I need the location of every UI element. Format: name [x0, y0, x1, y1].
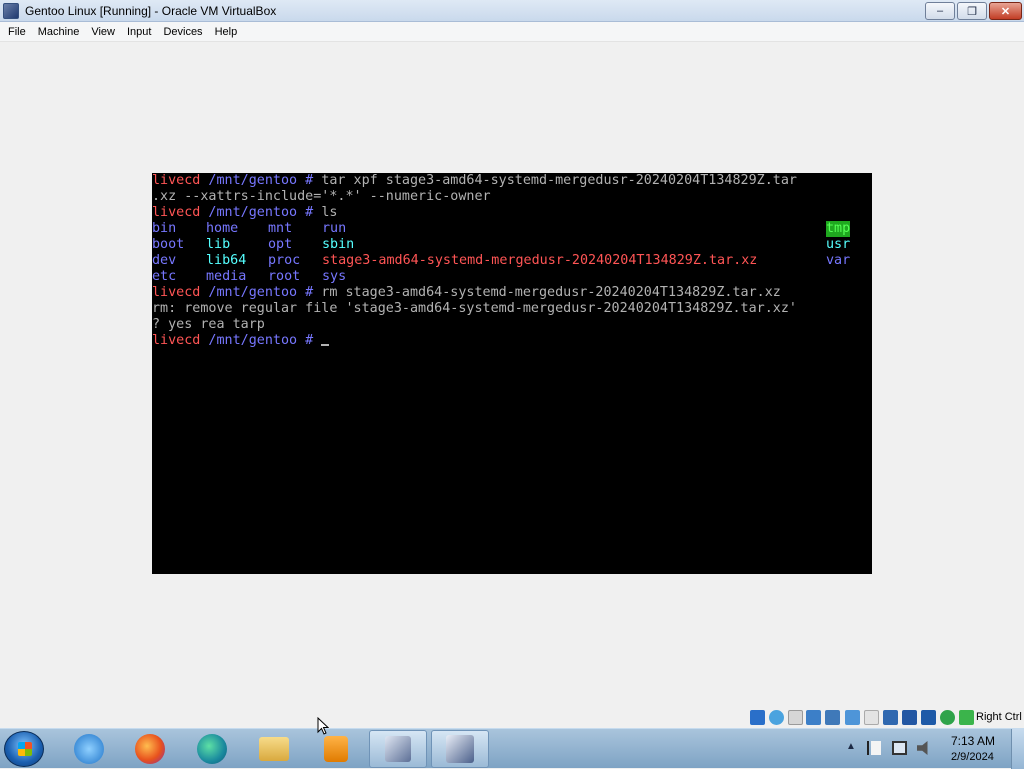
terminal-line: livecd /mnt/gentoo # tar xpf stage3-amd6… [152, 173, 797, 189]
prompt-user: livecd [152, 205, 201, 220]
close-button[interactable]: ✕ [989, 2, 1022, 20]
edge-icon [197, 734, 227, 764]
network-icon[interactable] [892, 741, 907, 755]
windows-logo-icon [18, 742, 32, 756]
floppy-icon[interactable] [788, 710, 803, 725]
mouse-pointer-icon [317, 717, 329, 735]
ls-entry: home [206, 221, 239, 236]
menu-input[interactable]: Input [121, 26, 157, 38]
taskbar-virtualbox-manager[interactable] [369, 730, 427, 768]
firefox-icon [135, 734, 165, 764]
ls-entry: var [826, 253, 851, 268]
prompt-path: /mnt/gentoo # [200, 285, 322, 300]
ls-entry: lib [206, 237, 231, 252]
media-player-icon [324, 736, 348, 762]
taskbar-vm-window[interactable] [431, 730, 489, 768]
audio-icon[interactable] [806, 710, 821, 725]
virtualbox-icon [385, 736, 411, 762]
ls-entry: opt [268, 237, 293, 252]
hard-disk-icon[interactable] [750, 710, 765, 725]
mouse-integration-icon[interactable] [940, 710, 955, 725]
taskbar-media-player[interactable] [307, 730, 365, 768]
ls-entry: media [206, 269, 247, 284]
minimize-button[interactable]: – [925, 2, 955, 20]
terminal-line: livecd /mnt/gentoo # [152, 333, 330, 349]
volume-muted-icon[interactable] [917, 741, 928, 755]
terminal-line: .xz --xattrs-include='*.*' --numeric-own… [152, 189, 491, 204]
prompt-user: livecd [152, 285, 201, 300]
ls-entry: usr [826, 237, 851, 252]
menu-machine[interactable]: Machine [32, 26, 86, 38]
taskbar-internet-explorer[interactable] [60, 730, 118, 768]
prompt-user: livecd [152, 173, 201, 188]
ls-entry: lib64 [206, 253, 247, 268]
menu-devices[interactable]: Devices [157, 26, 208, 38]
start-button[interactable] [4, 731, 44, 767]
show-hidden-icons-icon[interactable]: ▲ [846, 741, 856, 752]
prompt-path: /mnt/gentoo # [200, 205, 322, 220]
menu-file[interactable]: File [2, 26, 32, 38]
text-cursor [321, 344, 330, 346]
shared-folder-icon[interactable] [864, 710, 879, 725]
virtualbox-app-icon [3, 2, 19, 19]
menu-view[interactable]: View [85, 26, 121, 38]
clock-date[interactable]: 2/9/2024 [951, 751, 994, 763]
display-icon[interactable] [883, 710, 898, 725]
ls-entry: sbin [322, 237, 355, 252]
file-explorer-icon [259, 737, 289, 761]
terminal-line: livecd /mnt/gentoo # rm stage3-amd64-sys… [152, 285, 781, 301]
internet-explorer-icon [74, 734, 104, 764]
command-text: rm stage3-amd64-systemd-mergedusr-202402… [321, 285, 781, 300]
prompt-path: /mnt/gentoo # [200, 333, 322, 348]
command-text: tar xpf stage3-amd64-systemd-mergedusr-2… [321, 173, 797, 188]
usb-icon[interactable] [845, 710, 860, 725]
host-key-label: Right Ctrl [976, 711, 1022, 723]
terminal-line: livecd /mnt/gentoo # ls [152, 205, 337, 221]
ls-entry: mnt [268, 221, 293, 236]
keyboard-icon[interactable] [959, 710, 974, 725]
prompt-user: livecd [152, 333, 201, 348]
vm-window-icon [446, 735, 474, 763]
taskbar: ▲ 7:13 AM 2/9/2024 [0, 728, 1024, 769]
taskbar-edge[interactable] [183, 730, 241, 768]
ls-entry: etc [152, 269, 177, 284]
network-icon[interactable] [825, 710, 840, 725]
ls-entry-archive: stage3-amd64-systemd-mergedusr-20240204T… [322, 253, 758, 268]
menu-bar: File Machine View Input Devices Help [0, 22, 1024, 42]
restore-button[interactable]: ❐ [957, 2, 987, 20]
show-desktop-button[interactable] [1011, 729, 1024, 769]
optical-drive-icon[interactable] [769, 710, 784, 725]
ls-entry-sticky: tmp [826, 221, 851, 237]
clock-time[interactable]: 7:13 AM [951, 734, 995, 748]
ls-entry: boot [152, 237, 185, 252]
command-text: ls [321, 205, 338, 220]
ls-entry: run [322, 221, 347, 236]
vbox-status-bar: Right Ctrl [0, 707, 1024, 728]
ls-entry: bin [152, 221, 177, 236]
recording-icon[interactable] [902, 710, 917, 725]
cpu-icon[interactable] [921, 710, 936, 725]
menu-help[interactable]: Help [209, 26, 244, 38]
vm-console[interactable]: livecd /mnt/gentoo # tar xpf stage3-amd6… [152, 173, 872, 574]
terminal-line: ? yes rea tarp [152, 317, 265, 332]
action-center-flag-icon[interactable] [867, 741, 881, 755]
prompt-path: /mnt/gentoo # [200, 173, 322, 188]
ls-entry: dev [152, 253, 177, 268]
taskbar-file-explorer[interactable] [245, 730, 303, 768]
ls-entry: proc [268, 253, 301, 268]
terminal-line: rm: remove regular file 'stage3-amd64-sy… [152, 301, 797, 316]
ls-entry: root [268, 269, 301, 284]
window-title: Gentoo Linux [Running] - Oracle VM Virtu… [25, 3, 277, 18]
title-bar[interactable]: Gentoo Linux [Running] - Oracle VM Virtu… [0, 0, 1024, 22]
taskbar-firefox[interactable] [121, 730, 179, 768]
ls-entry: sys [322, 269, 347, 284]
